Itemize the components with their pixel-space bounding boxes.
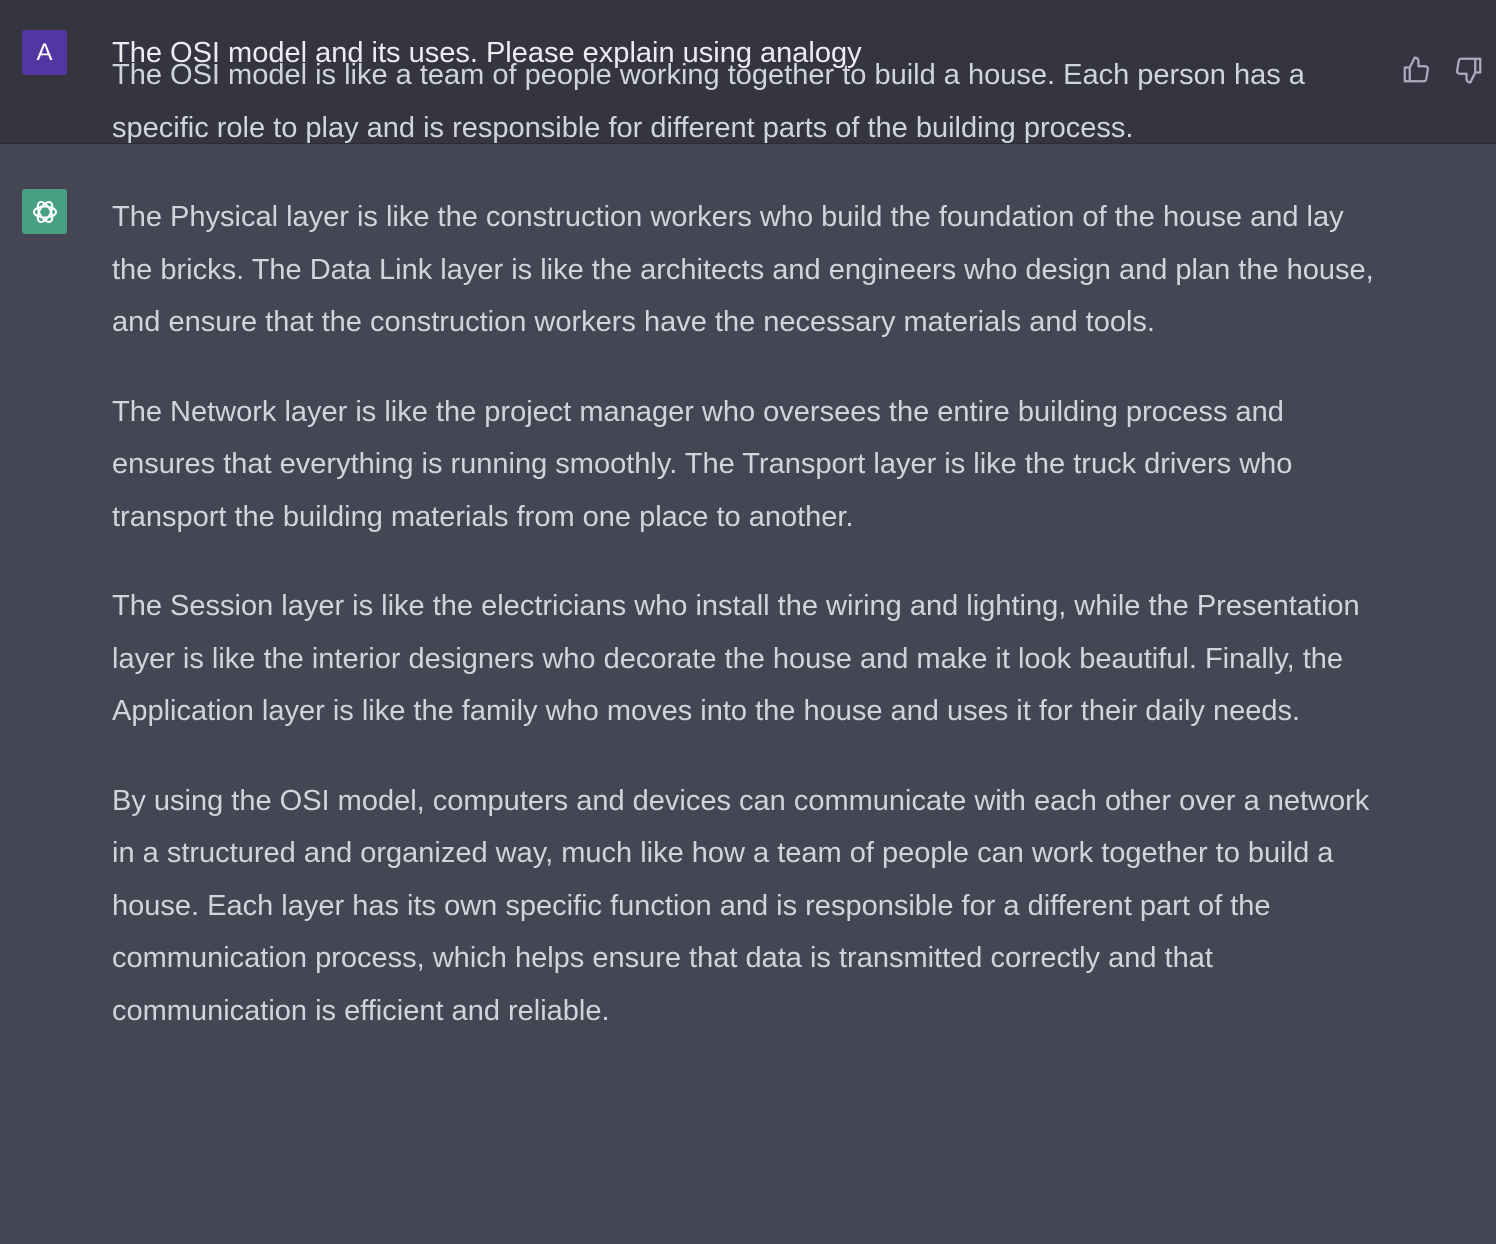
user-avatar: A [22, 30, 67, 75]
thumbs-up-button[interactable] [1398, 52, 1434, 88]
assistant-paragraph-3: The Network layer is like the project ma… [112, 395, 1293, 533]
assistant-paragraph-1: The OSI model is like a team of people w… [112, 59, 1305, 144]
thumbs-up-icon [1403, 56, 1429, 83]
openai-logo-icon [22, 189, 67, 234]
assistant-paragraph-5: By using the OSI model, computers and de… [112, 784, 1370, 1027]
thumbs-down-button[interactable] [1451, 52, 1487, 88]
assistant-message-text: The OSI model is like a team of people w… [112, 49, 1387, 1074]
assistant-paragraph-2: The Physical layer is like the construct… [112, 201, 1374, 338]
thumbs-down-icon [1456, 57, 1482, 84]
assistant-paragraph-4: The Session layer is like the electricia… [112, 590, 1360, 727]
